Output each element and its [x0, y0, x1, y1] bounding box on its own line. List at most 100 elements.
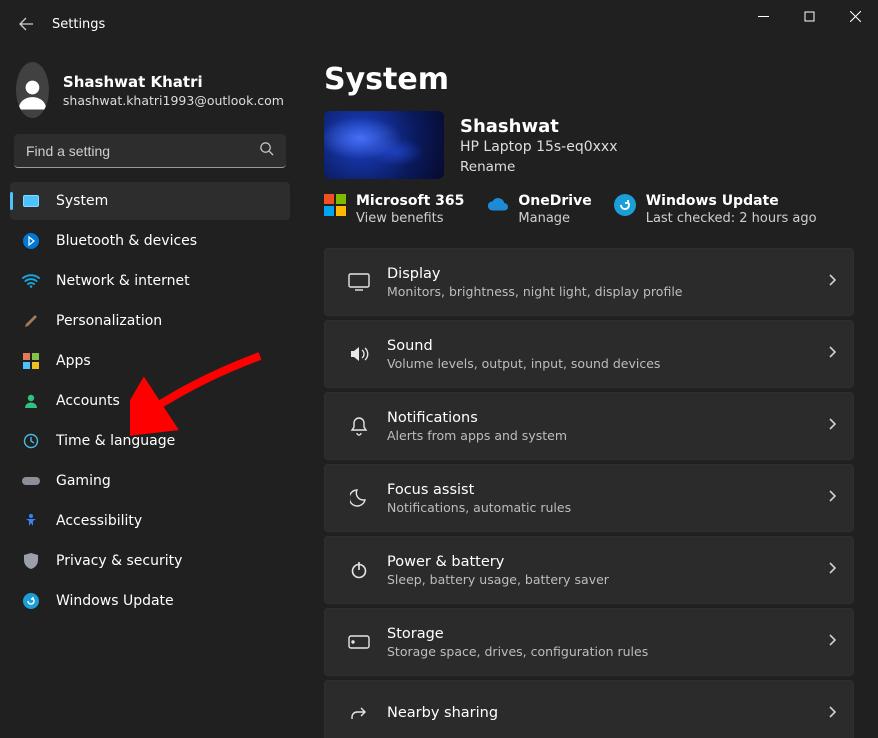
service-onedrive[interactable]: OneDrive Manage [486, 193, 591, 226]
search-icon [259, 141, 274, 160]
power-icon [341, 561, 377, 579]
wifi-icon [22, 272, 40, 290]
card-focus-assist[interactable]: Focus assist Notifications, automatic ru… [324, 464, 854, 532]
sidebar: Shashwat Khatri shashwat.khatri1993@outl… [0, 48, 300, 738]
card-subtitle: Monitors, brightness, night light, displ… [387, 284, 827, 299]
sound-icon [341, 345, 377, 363]
bluetooth-icon [22, 232, 40, 250]
clock-globe-icon [22, 432, 40, 450]
card-title: Notifications [387, 410, 827, 426]
sidebar-nav: System Bluetooth & devices Network & inter… [10, 182, 290, 620]
card-title: Display [387, 266, 827, 282]
moon-icon [341, 489, 377, 507]
shield-icon [22, 552, 40, 570]
card-title: Focus assist [387, 482, 827, 498]
service-subtitle: Last checked: 2 hours ago [646, 211, 817, 226]
device-wallpaper-thumb[interactable] [324, 111, 444, 179]
sidebar-item-label: Apps [56, 353, 91, 369]
windows-update-icon [614, 194, 636, 216]
sidebar-item-label: Time & language [56, 433, 175, 449]
card-subtitle: Sleep, battery usage, battery saver [387, 572, 827, 587]
card-title: Nearby sharing [387, 705, 827, 721]
rename-link[interactable]: Rename [460, 159, 618, 175]
sidebar-item-label: Accounts [56, 393, 120, 409]
chevron-right-icon [827, 705, 837, 723]
sidebar-item-label: Gaming [56, 473, 111, 489]
bell-icon [341, 416, 377, 436]
chevron-right-icon [827, 489, 837, 507]
card-notifications[interactable]: Notifications Alerts from apps and syste… [324, 392, 854, 460]
device-block: Shashwat HP Laptop 15s-eq0xxx Rename [324, 111, 854, 179]
close-button[interactable] [832, 0, 878, 32]
device-model: HP Laptop 15s-eq0xxx [460, 139, 618, 155]
settings-cards: Display Monitors, brightness, night ligh… [324, 248, 854, 738]
display-icon [341, 273, 377, 291]
sidebar-item-apps[interactable]: Apps [10, 342, 290, 380]
sidebar-item-system[interactable]: System [10, 182, 290, 220]
services-row: Microsoft 365 View benefits OneDrive Man… [324, 193, 854, 226]
person-icon [22, 392, 40, 410]
window-title: Settings [52, 17, 105, 32]
chevron-right-icon [827, 417, 837, 435]
window-controls [740, 0, 878, 48]
profile-email: shashwat.khatri1993@outlook.com [63, 93, 284, 108]
sidebar-item-windows-update[interactable]: Windows Update [10, 582, 290, 620]
service-title: Windows Update [646, 193, 817, 209]
chevron-right-icon [827, 561, 837, 579]
sidebar-item-accounts[interactable]: Accounts [10, 382, 290, 420]
microsoft-365-icon [324, 194, 346, 216]
sidebar-item-privacy-security[interactable]: Privacy & security [10, 542, 290, 580]
card-subtitle: Storage space, drives, configuration rul… [387, 644, 827, 659]
accessibility-icon [22, 512, 40, 530]
maximize-button[interactable] [786, 0, 832, 32]
back-button[interactable] [16, 14, 36, 34]
update-icon [22, 592, 40, 610]
service-microsoft-365[interactable]: Microsoft 365 View benefits [324, 193, 464, 226]
gamepad-icon [22, 472, 40, 490]
card-sound[interactable]: Sound Volume levels, output, input, soun… [324, 320, 854, 388]
card-storage[interactable]: Storage Storage space, drives, configura… [324, 608, 854, 676]
sidebar-item-bluetooth-devices[interactable]: Bluetooth & devices [10, 222, 290, 260]
sidebar-item-label: System [56, 193, 108, 209]
sidebar-item-accessibility[interactable]: Accessibility [10, 502, 290, 540]
sidebar-item-label: Privacy & security [56, 553, 182, 569]
sidebar-item-label: Bluetooth & devices [56, 233, 197, 249]
card-power-battery[interactable]: Power & battery Sleep, battery usage, ba… [324, 536, 854, 604]
card-title: Sound [387, 338, 827, 354]
service-subtitle: View benefits [356, 211, 464, 226]
sidebar-item-personalization[interactable]: Personalization [10, 302, 290, 340]
minimize-button[interactable] [740, 0, 786, 32]
brush-icon [22, 312, 40, 330]
title-bar: Settings [0, 0, 878, 48]
sidebar-item-label: Personalization [56, 313, 162, 329]
chevron-right-icon [827, 273, 837, 291]
search-box[interactable] [14, 134, 286, 168]
chevron-right-icon [827, 345, 837, 363]
service-subtitle: Manage [518, 211, 591, 226]
card-subtitle: Volume levels, output, input, sound devi… [387, 356, 827, 371]
apps-icon [22, 352, 40, 370]
avatar [16, 62, 49, 118]
card-title: Storage [387, 626, 827, 642]
sidebar-item-network-internet[interactable]: Network & internet [10, 262, 290, 300]
card-display[interactable]: Display Monitors, brightness, night ligh… [324, 248, 854, 316]
sidebar-item-label: Network & internet [56, 273, 190, 289]
sidebar-item-label: Windows Update [56, 593, 174, 609]
profile-block[interactable]: Shashwat Khatri shashwat.khatri1993@outl… [10, 52, 290, 132]
chevron-right-icon [827, 633, 837, 651]
profile-name: Shashwat Khatri [63, 73, 284, 91]
share-icon [341, 706, 377, 722]
sidebar-item-gaming[interactable]: Gaming [10, 462, 290, 500]
card-subtitle: Alerts from apps and system [387, 428, 827, 443]
search-input[interactable] [26, 143, 259, 159]
card-title: Power & battery [387, 554, 827, 570]
storage-icon [341, 635, 377, 649]
sidebar-item-time-language[interactable]: Time & language [10, 422, 290, 460]
device-name: Shashwat [460, 116, 618, 137]
service-windows-update[interactable]: Windows Update Last checked: 2 hours ago [614, 193, 817, 226]
page-title: System [324, 62, 854, 97]
card-nearby-sharing[interactable]: Nearby sharing [324, 680, 854, 738]
content: System Shashwat HP Laptop 15s-eq0xxx Ren… [300, 48, 878, 738]
monitor-icon [22, 192, 40, 210]
onedrive-icon [486, 194, 508, 216]
